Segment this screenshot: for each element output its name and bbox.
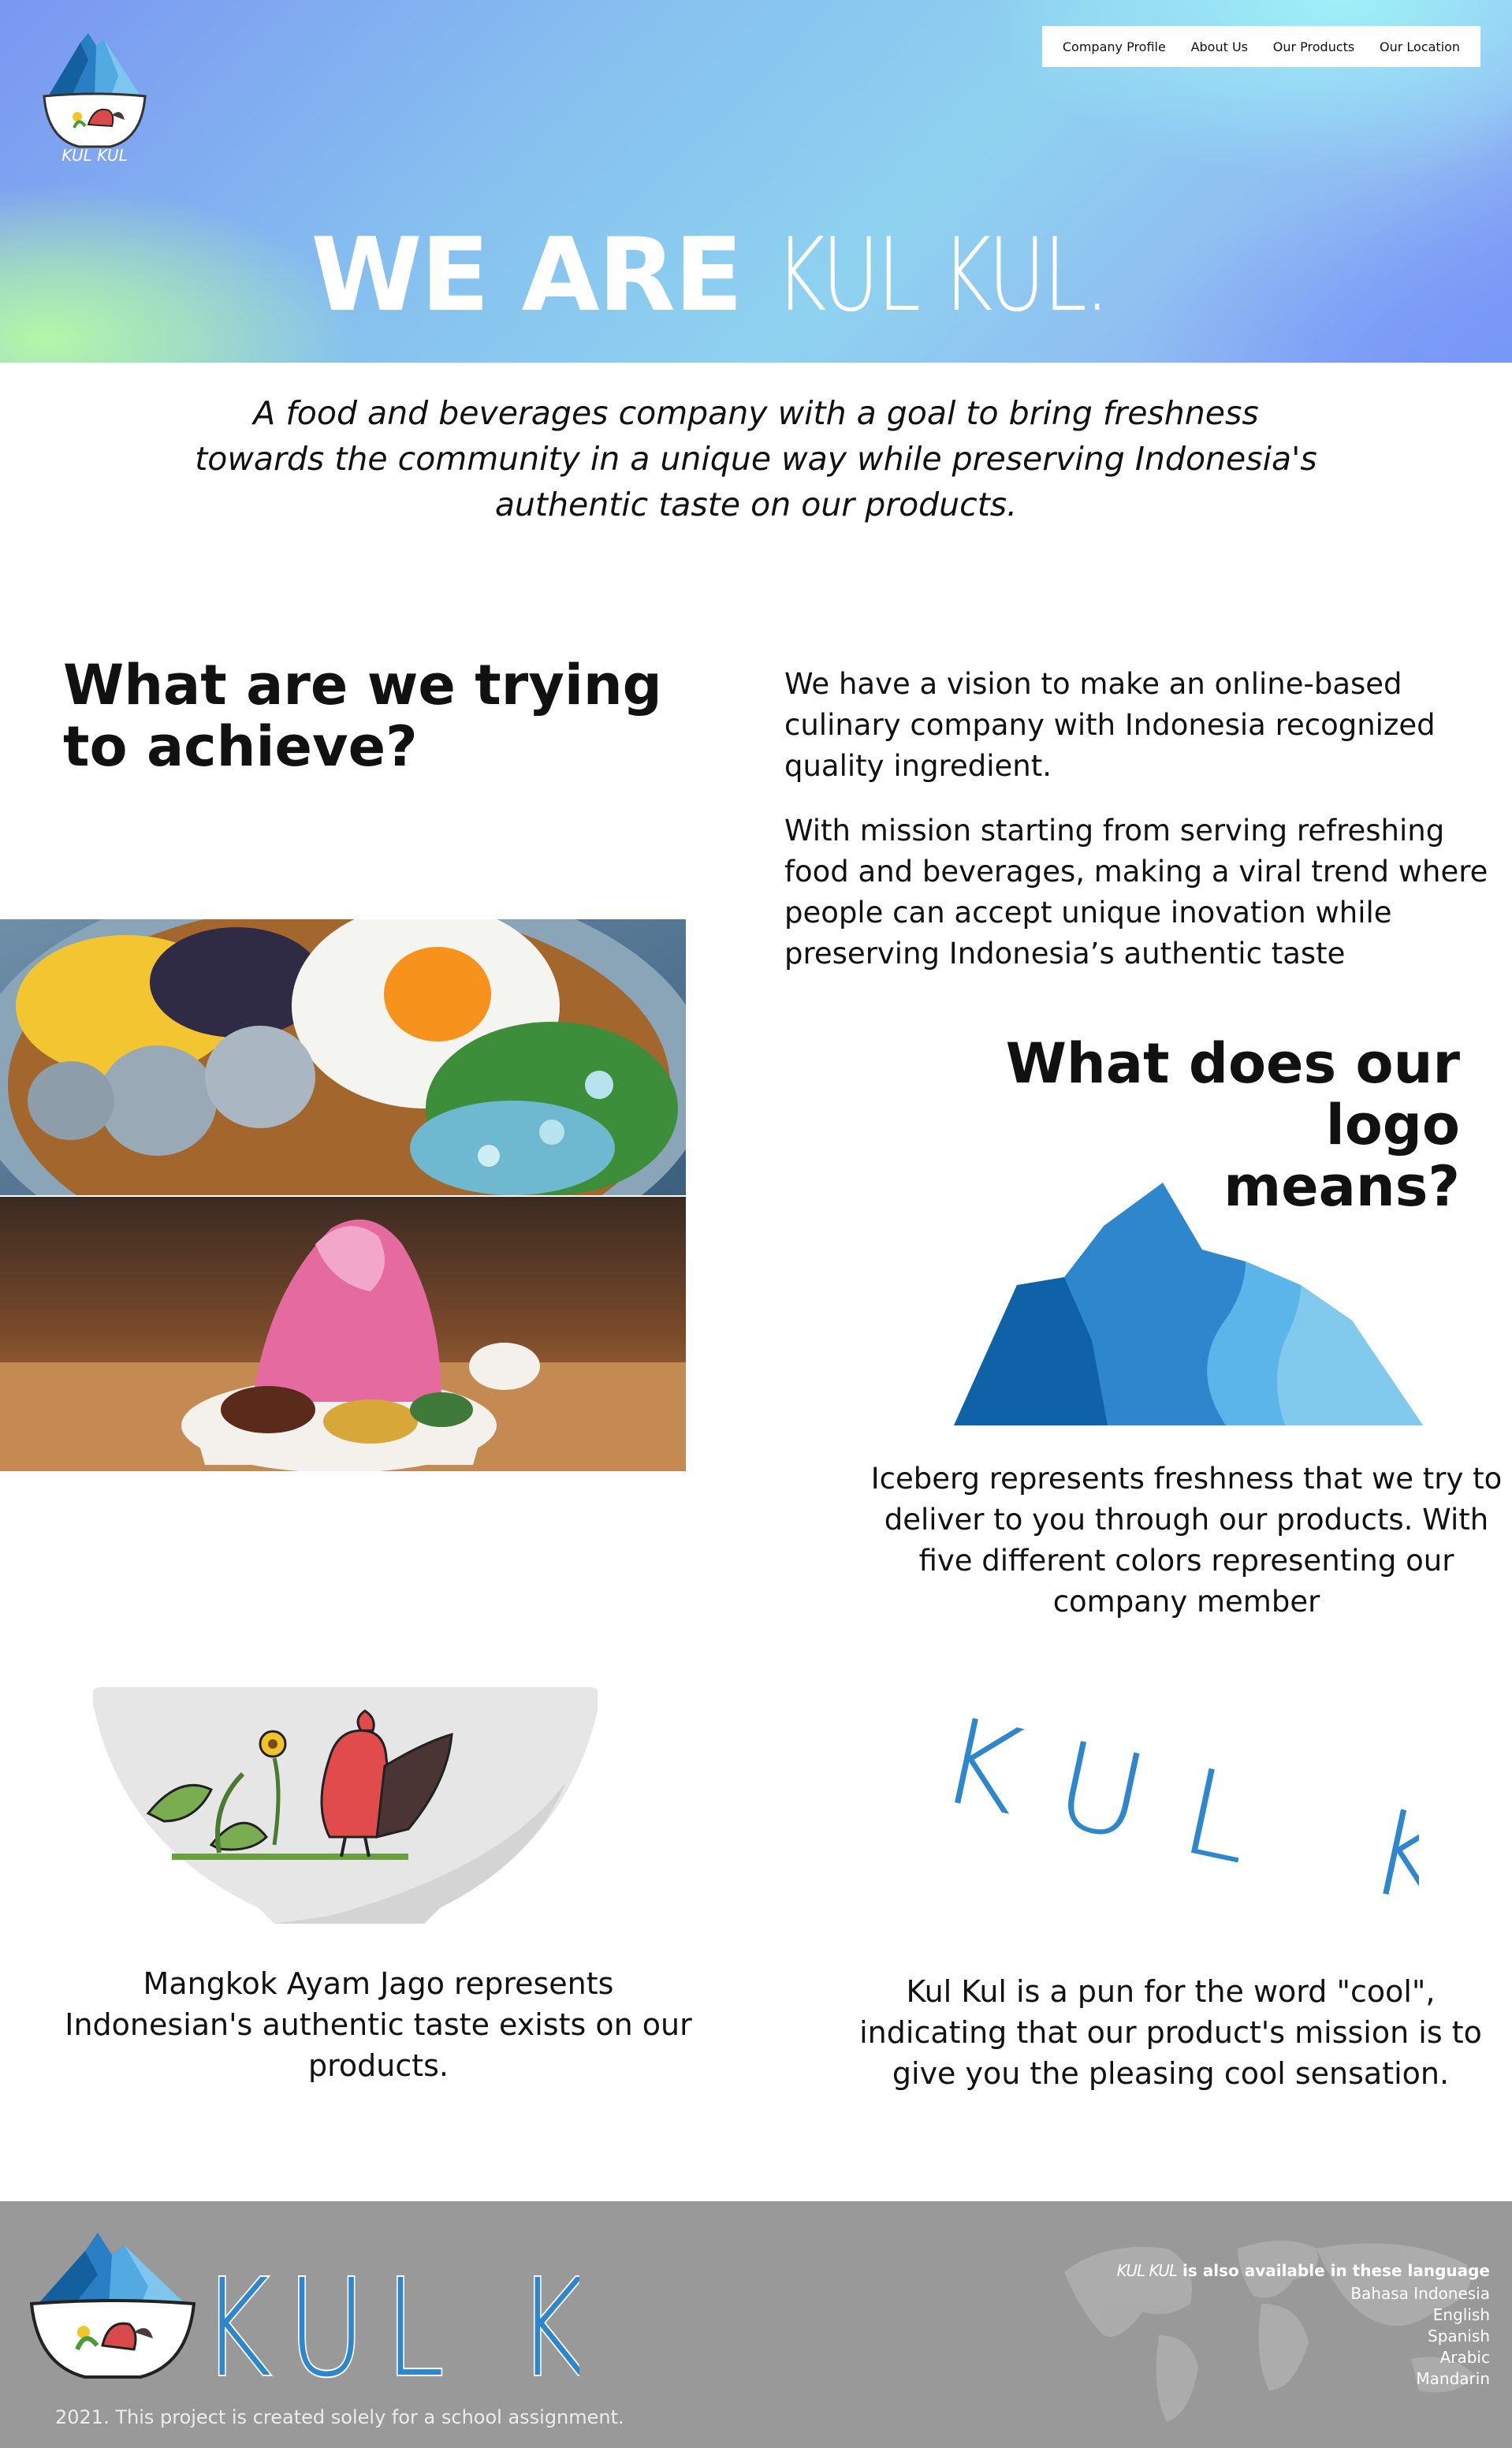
nav-company-profile[interactable]: Company Profile: [1063, 39, 1166, 54]
site-footer: KUL KUL 2021. This project is created so…: [0, 2201, 1512, 2448]
iceberg-icon: [954, 1183, 1423, 1425]
iceberg-description: Iceberg represents freshness that we try…: [870, 1462, 1503, 1619]
pun-description: Kul Kul is a pun for the word "cool", in…: [859, 1974, 1482, 2091]
achieve-heading-to: to: [63, 714, 147, 779]
kulkul-wordmark-icon: KUL KUL: [929, 1711, 1419, 1900]
language-bahasa-indonesia[interactable]: Bahasa Indonesia: [1350, 2283, 1490, 2305]
nav-about-us[interactable]: About Us: [1191, 39, 1248, 54]
hero-title-brand: KUL KUL.: [775, 217, 1110, 334]
kulkul-logo-icon[interactable]: KUL KUL: [39, 28, 150, 162]
achieve-heading-bold: achieve: [146, 714, 386, 779]
food-photo-dessert-bowl: [0, 919, 686, 1195]
language-mandarin[interactable]: Mandarin: [1350, 2368, 1490, 2390]
language-heading: KUL KUL is also available in these langu…: [1117, 2261, 1490, 2280]
logo-heading-end: ?: [1428, 1154, 1460, 1219]
bowl-description: Mangkok Ayam Jago represents Indonesian'…: [65, 1966, 692, 2083]
kulkul-wordmark-text: KUL KUL: [929, 1711, 1419, 1900]
bowl-rooster-icon: [93, 1687, 598, 1924]
food-photo-shaved-ice: [0, 1197, 686, 1471]
footer-brand-wordmark: KUL KUL: [201, 2249, 579, 2390]
hero-banner: KUL KUL Company Profile About Us Our Pro…: [0, 0, 1512, 363]
hero-title: WE ARE KUL KUL.: [0, 221, 1512, 331]
mission-text: With mission starting from serving refre…: [784, 814, 1488, 971]
nav-our-products[interactable]: Our Products: [1273, 39, 1354, 54]
language-spanish[interactable]: Spanish: [1350, 2326, 1490, 2347]
company-tagline: A food and beverages company with a goal…: [195, 394, 1317, 524]
footer-copyright: 2021. This project is created solely for…: [55, 2406, 624, 2428]
footer-brand-text: KUL KUL: [201, 2251, 579, 2390]
language-arabic[interactable]: Arabic: [1350, 2347, 1490, 2368]
achieve-heading-end: ?: [385, 714, 418, 779]
vision-text: We have a vision to make an online-based…: [784, 667, 1436, 783]
language-english[interactable]: English: [1350, 2305, 1490, 2326]
logo-heading-line1: What does our logo: [1005, 1031, 1460, 1157]
language-heading-text: is also available in these language: [1177, 2261, 1490, 2280]
footer-logo-icon: [30, 2233, 196, 2379]
achieve-heading: What are we trying to achieve?: [63, 654, 709, 777]
hero-title-prefix: WE ARE: [311, 217, 776, 334]
logo-wordmark: KUL KUL: [61, 146, 127, 162]
top-nav: Company Profile About Us Our Products Ou…: [1042, 26, 1480, 67]
language-list: Bahasa Indonesia English Spanish Arabic …: [1350, 2283, 1490, 2390]
language-heading-brand: KUL KUL: [1116, 2261, 1178, 2280]
nav-our-location[interactable]: Our Location: [1380, 39, 1460, 54]
achieve-heading-line1: What are we trying: [63, 653, 662, 717]
